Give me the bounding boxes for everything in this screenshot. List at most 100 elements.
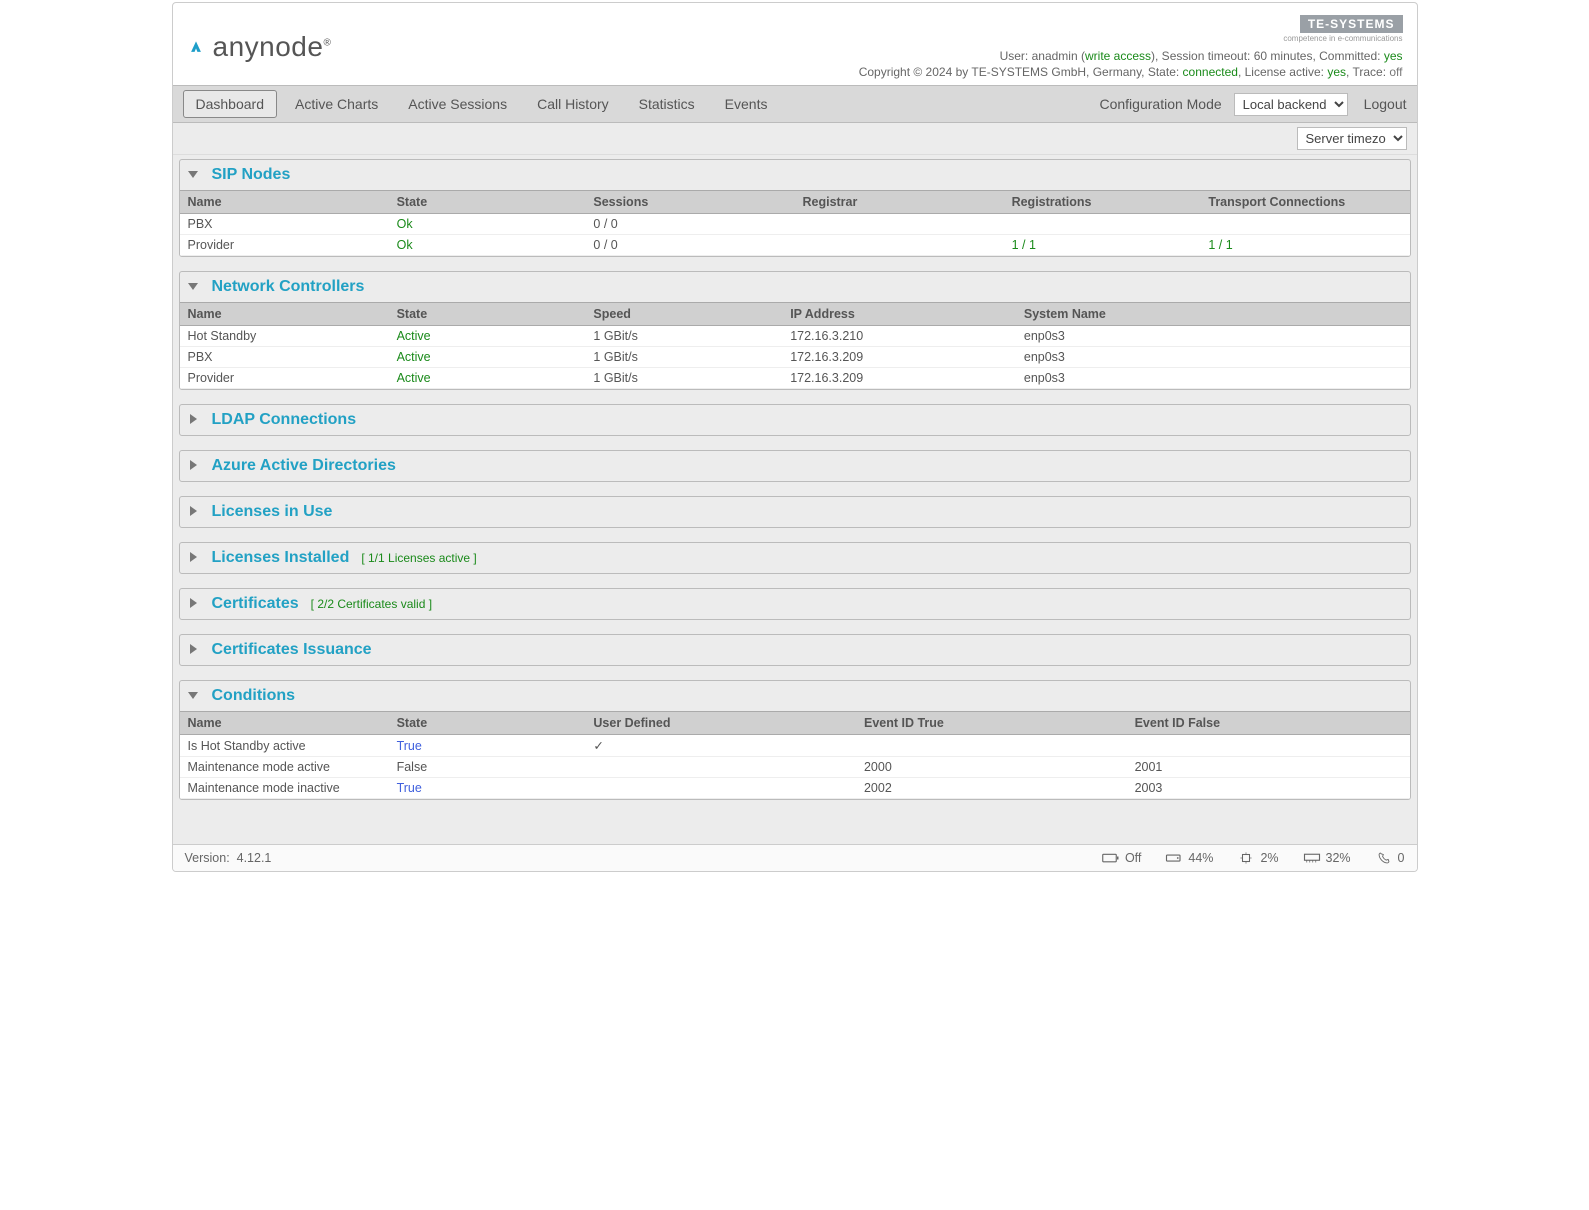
col-userdef[interactable]: User Defined [585, 712, 856, 735]
chevron-right-icon [188, 644, 200, 656]
header-right: TE-SYSTEMScompetence in e-communications… [859, 15, 1403, 79]
cell: 0 / 0 [585, 214, 794, 235]
cell: Is Hot Standby active [180, 735, 389, 757]
table-row[interactable]: ProviderActive1 GBit/s172.16.3.209enp0s3 [180, 368, 1410, 389]
panel-header[interactable]: Licenses Installed[ 1/1 Licenses active … [180, 543, 1410, 573]
chevron-down-icon [188, 281, 200, 293]
table-row[interactable]: PBXActive1 GBit/s172.16.3.209enp0s3 [180, 347, 1410, 368]
cell: Ok [389, 214, 586, 235]
cell: PBX [180, 347, 389, 368]
footer: Version: 4.12.1 Off 44% 2% 32% 0 [173, 844, 1417, 871]
cell: 0 / 0 [585, 235, 794, 256]
metric-disk: 44% [1165, 851, 1213, 865]
timezone-select[interactable]: Server timezone [1297, 127, 1407, 150]
phone-icon [1375, 851, 1393, 865]
panel-title: Conditions [212, 687, 296, 705]
panel-azure: Azure Active Directories [179, 450, 1411, 482]
tab-call-history[interactable]: Call History [525, 91, 621, 117]
cell [1127, 735, 1410, 757]
table-row[interactable]: Hot StandbyActive1 GBit/s172.16.3.210enp… [180, 326, 1410, 347]
panel-ldap: LDAP Connections [179, 404, 1411, 436]
cell: 172.16.3.209 [782, 347, 1016, 368]
panel-header[interactable]: Azure Active Directories [180, 451, 1410, 481]
panel-conditions: Conditions Name State User Defined Event… [179, 680, 1411, 800]
cell [585, 757, 856, 778]
cell: enp0s3 [1016, 368, 1410, 389]
panel-subtitle: [ 2/2 Certificates valid ] [311, 597, 432, 611]
cell: 172.16.3.210 [782, 326, 1016, 347]
cell: Provider [180, 235, 389, 256]
tab-dashboard[interactable]: Dashboard [183, 90, 278, 118]
col-state[interactable]: State [389, 303, 586, 326]
col-state[interactable]: State [389, 191, 586, 214]
table-row[interactable]: Maintenance mode activeFalse20002001 [180, 757, 1410, 778]
vendor-logo: TE-SYSTEMScompetence in e-communications [859, 15, 1403, 43]
cell: True [389, 778, 586, 799]
chevron-right-icon [188, 552, 200, 564]
cell: 2001 [1127, 757, 1410, 778]
app-window: anynode® TE-SYSTEMScompetence in e-commu… [172, 2, 1418, 872]
chevron-down-icon [188, 169, 200, 181]
panel-header[interactable]: LDAP Connections [180, 405, 1410, 435]
col-name[interactable]: Name [180, 191, 389, 214]
table-row[interactable]: PBXOk0 / 0 [180, 214, 1410, 235]
tab-events[interactable]: Events [713, 91, 780, 117]
col-eid-false[interactable]: Event ID False [1127, 712, 1410, 735]
cell: enp0s3 [1016, 347, 1410, 368]
cell: 1 / 1 [1004, 235, 1201, 256]
logout-link[interactable]: Logout [1364, 96, 1407, 112]
cell: True [389, 735, 586, 757]
panel-licenses-installed: Licenses Installed[ 1/1 Licenses active … [179, 542, 1411, 574]
panel-header[interactable]: Licenses in Use [180, 497, 1410, 527]
chevron-right-icon [188, 506, 200, 518]
tab-active-sessions[interactable]: Active Sessions [396, 91, 519, 117]
panel-title: Licenses in Use [212, 503, 333, 521]
memory-icon [1303, 851, 1321, 865]
cell: 2000 [856, 757, 1127, 778]
col-registrations[interactable]: Registrations [1004, 191, 1201, 214]
panel-header[interactable]: Network Controllers [180, 272, 1410, 302]
panel-header[interactable]: Conditions [180, 681, 1410, 711]
col-sysname[interactable]: System Name [1016, 303, 1410, 326]
panel-title: Network Controllers [212, 278, 365, 296]
cell [1200, 214, 1409, 235]
col-name[interactable]: Name [180, 712, 389, 735]
cell: 1 GBit/s [585, 368, 782, 389]
col-eid-true[interactable]: Event ID True [856, 712, 1127, 735]
table-row[interactable]: Maintenance mode inactiveTrue20022003 [180, 778, 1410, 799]
cell: 1 GBit/s [585, 347, 782, 368]
col-ip[interactable]: IP Address [782, 303, 1016, 326]
cell: 172.16.3.209 [782, 368, 1016, 389]
cell: 2003 [1127, 778, 1410, 799]
battery-icon [1102, 851, 1120, 865]
col-state[interactable]: State [389, 712, 586, 735]
panel-sip-nodes: SIP Nodes Name State Sessions Registrar … [179, 159, 1411, 257]
table-row[interactable]: Is Hot Standby activeTrue✓ [180, 735, 1410, 757]
col-transport[interactable]: Transport Connections [1200, 191, 1409, 214]
cell: 1 / 1 [1200, 235, 1409, 256]
tab-statistics[interactable]: Statistics [627, 91, 707, 117]
cell: Hot Standby [180, 326, 389, 347]
panel-header[interactable]: SIP Nodes [180, 160, 1410, 190]
panel-title: Certificates Issuance [212, 641, 372, 659]
col-sessions[interactable]: Sessions [585, 191, 794, 214]
chevron-right-icon [188, 460, 200, 472]
config-mode-select[interactable]: Local backend [1234, 93, 1348, 116]
cell: Active [389, 347, 586, 368]
panel-header[interactable]: Certificates[ 2/2 Certificates valid ] [180, 589, 1410, 619]
cell: Maintenance mode active [180, 757, 389, 778]
col-speed[interactable]: Speed [585, 303, 782, 326]
panel-title: SIP Nodes [212, 166, 291, 184]
disk-icon [1165, 851, 1183, 865]
col-name[interactable]: Name [180, 303, 389, 326]
panel-cert-issuance: Certificates Issuance [179, 634, 1411, 666]
sip-table: Name State Sessions Registrar Registrati… [180, 190, 1410, 256]
table-row[interactable]: ProviderOk0 / 0 1 / 11 / 1 [180, 235, 1410, 256]
chevron-down-icon [188, 690, 200, 702]
panel-title: Azure Active Directories [212, 457, 396, 475]
cell: Ok [389, 235, 586, 256]
col-registrar[interactable]: Registrar [794, 191, 1003, 214]
tab-active-charts[interactable]: Active Charts [283, 91, 390, 117]
cell: enp0s3 [1016, 326, 1410, 347]
panel-header[interactable]: Certificates Issuance [180, 635, 1410, 665]
